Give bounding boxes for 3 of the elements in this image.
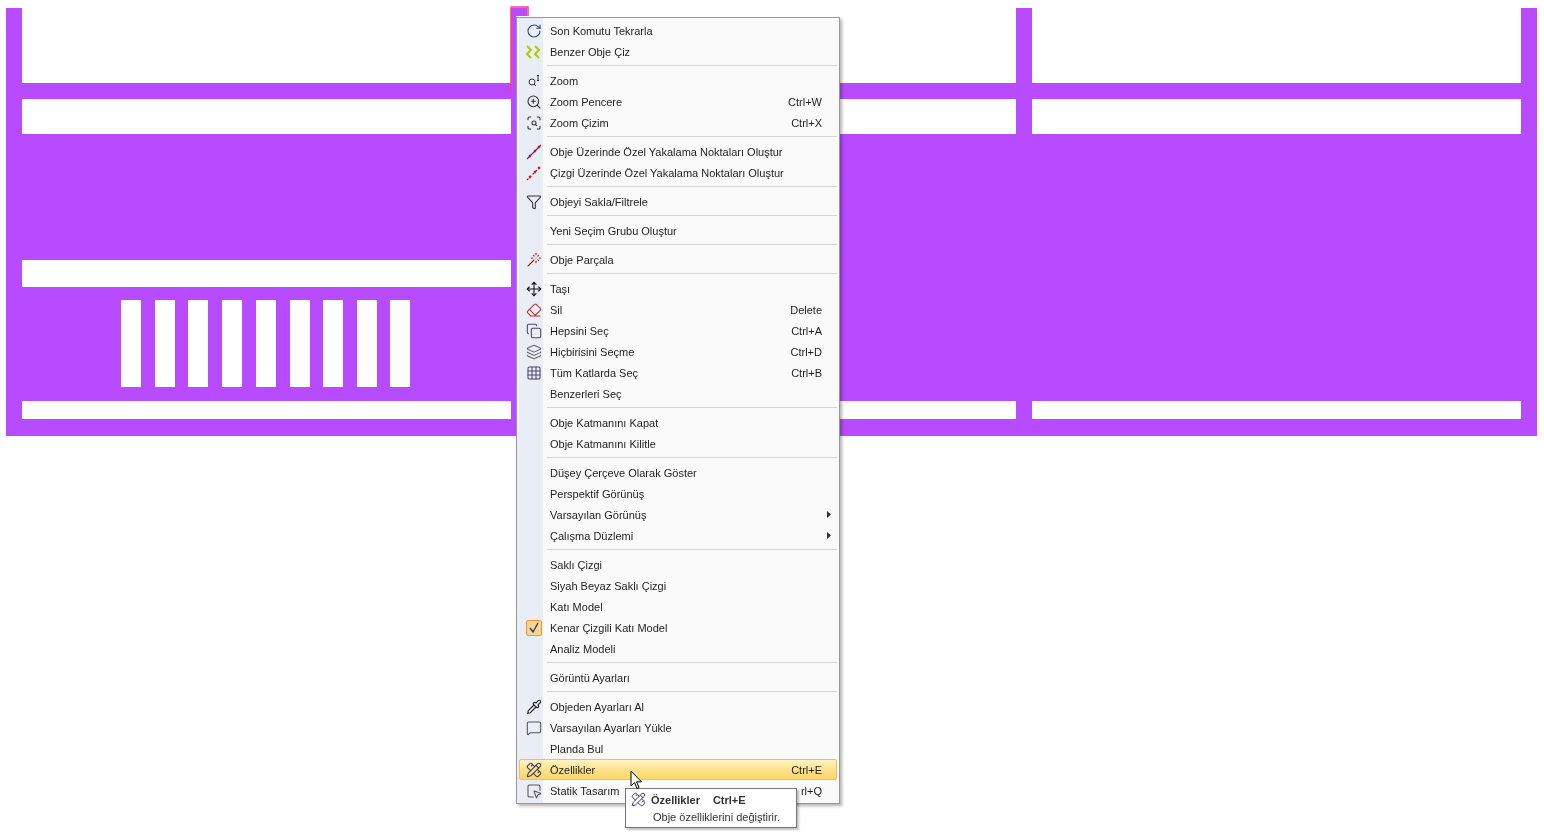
- tooltip-shortcut: Ctrl+E: [712, 793, 746, 806]
- tooltip-title: Özellikler: [651, 793, 700, 806]
- tooltip-description: Obje özelliklerini değiştirir.: [652, 811, 782, 823]
